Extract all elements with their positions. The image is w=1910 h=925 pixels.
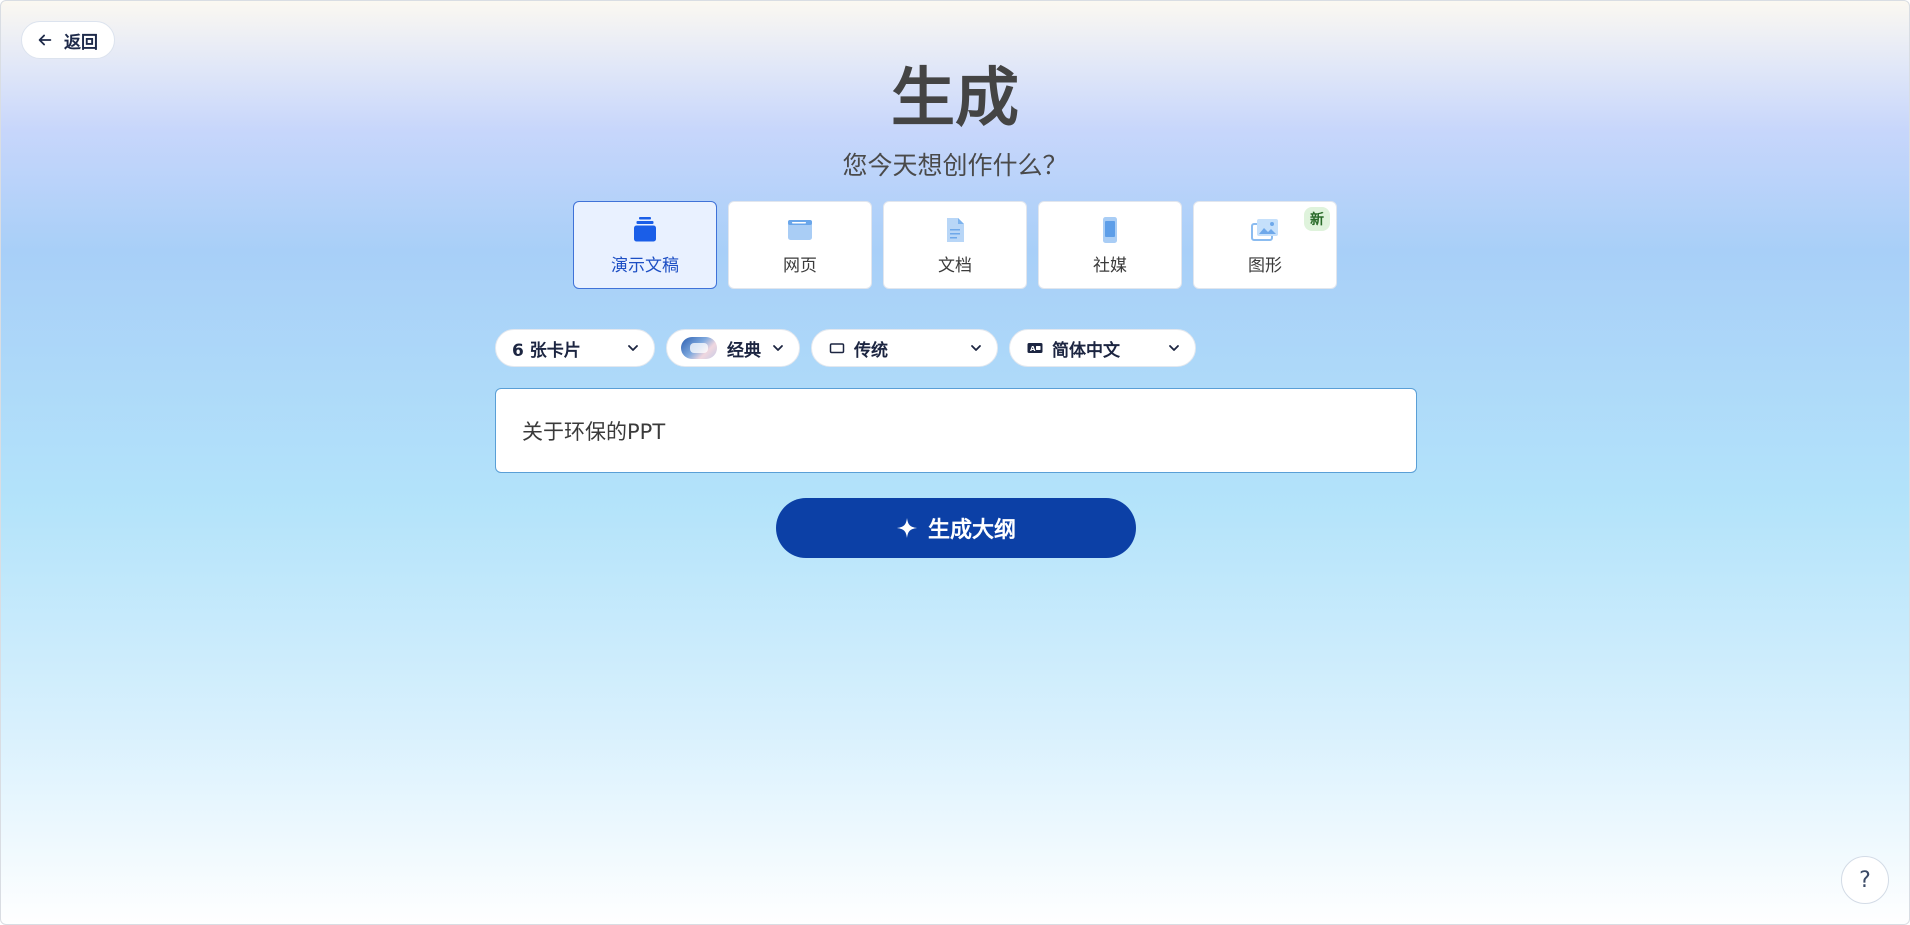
chevron-down-icon <box>773 345 783 351</box>
generate-label: 生成大纲 <box>927 518 1016 543</box>
prompt-text: 关于环保的PPT <box>522 419 666 444</box>
type-card-social[interactable]: 社媒 <box>1038 201 1182 289</box>
sparkle-icon <box>896 518 917 538</box>
page-title: 生成 <box>891 62 1019 136</box>
type-label: 文档 <box>938 255 972 276</box>
new-badge: 新 <box>1304 207 1330 231</box>
language-dropdown[interactable]: A 简体中文 <box>1009 329 1196 367</box>
chevron-down-icon <box>1169 345 1179 351</box>
type-card-presentation[interactable]: 演示文稿 <box>573 201 717 289</box>
generate-page: 返回 生成 您今天想创作什么？ 演示文稿 网页 文档 社媒 新 图形 6 张卡片… <box>0 0 1910 925</box>
chevron-down-icon <box>971 345 981 351</box>
style-value: 传统 <box>854 340 888 361</box>
card-count-value: 6 张卡片 <box>512 340 581 361</box>
type-label: 社媒 <box>1093 255 1127 276</box>
options-bar: 6 张卡片 经典 传统 A 简体中文 <box>495 329 1196 367</box>
type-card-document[interactable]: 文档 <box>883 201 1027 289</box>
back-button[interactable]: 返回 <box>21 21 115 59</box>
theme-thumbnail <box>681 337 717 359</box>
type-label: 网页 <box>783 255 817 276</box>
arrow-left-icon <box>38 34 52 46</box>
page-subtitle: 您今天想创作什么？ <box>842 151 1068 180</box>
webpage-icon <box>788 219 812 240</box>
language-value: 简体中文 <box>1052 340 1120 361</box>
presentation-stack-icon <box>634 216 656 241</box>
content-type-selector: 演示文稿 网页 文档 社媒 新 图形 <box>573 201 1337 289</box>
card-count-dropdown[interactable]: 6 张卡片 <box>495 329 655 367</box>
language-icon: A <box>1027 343 1043 353</box>
generate-outline-button[interactable]: 生成大纲 <box>776 498 1136 558</box>
phone-icon <box>1103 216 1117 243</box>
document-icon <box>947 217 964 242</box>
theme-dropdown[interactable]: 经典 <box>666 329 800 367</box>
type-label: 演示文稿 <box>611 255 679 276</box>
theme-value: 经典 <box>727 340 761 361</box>
style-dropdown[interactable]: 传统 <box>811 329 998 367</box>
svg-text:A: A <box>1030 345 1036 353</box>
slide-ratio-icon <box>829 343 845 354</box>
help-icon: ? <box>1859 867 1871 893</box>
type-label: 图形 <box>1248 255 1282 276</box>
type-card-webpage[interactable]: 网页 <box>728 201 872 289</box>
type-card-graphic[interactable]: 新 图形 <box>1193 201 1337 289</box>
prompt-input[interactable]: 关于环保的PPT <box>495 388 1417 473</box>
help-button[interactable]: ? <box>1841 856 1889 904</box>
chevron-down-icon <box>628 345 638 351</box>
image-icon <box>1251 218 1278 241</box>
back-label: 返回 <box>64 32 98 53</box>
